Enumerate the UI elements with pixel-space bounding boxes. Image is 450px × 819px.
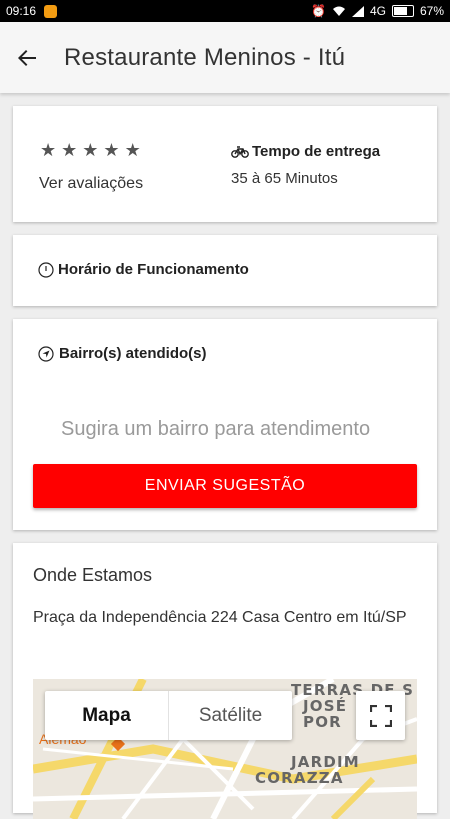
status-time: 09:16 xyxy=(6,4,37,18)
reviews-link[interactable]: Ver avaliações xyxy=(39,175,143,193)
battery-icon xyxy=(391,5,414,17)
bicycle-icon xyxy=(231,146,249,158)
neighborhoods-label: Bairro(s) atendido(s) xyxy=(59,345,207,362)
page-title: Restaurante Meninos - Itú xyxy=(64,43,346,71)
map-tab[interactable]: Mapa xyxy=(45,691,169,740)
rating-stars: ★ ★ ★ ★ ★ xyxy=(40,141,141,159)
hours-label: Horário de Funcionamento xyxy=(58,261,249,278)
fullscreen-icon xyxy=(369,704,392,727)
satellite-tab[interactable]: Satélite xyxy=(169,691,292,740)
network-type: 4G xyxy=(369,4,386,18)
hours-card[interactable]: Horário de Funcionamento xyxy=(13,235,437,306)
map-label: CORAZZA xyxy=(255,769,344,787)
map-type-toggle: Mapa Satélite xyxy=(45,691,292,740)
hours-heading: Horário de Funcionamento xyxy=(38,261,249,278)
star-icon: ★ xyxy=(40,140,57,160)
location-heading: Onde Estamos xyxy=(33,565,153,585)
star-icon: ★ xyxy=(124,140,141,160)
star-icon: ★ xyxy=(82,140,99,160)
clock-icon xyxy=(38,261,54,278)
wifi-icon xyxy=(332,6,345,16)
star-icon: ★ xyxy=(61,140,78,160)
map-label: POR xyxy=(303,713,342,731)
status-bar: 09:16 ⏰ 4G 67% xyxy=(0,0,450,22)
send-suggestion-button[interactable]: ENVIAR SUGESTÃO xyxy=(33,464,417,508)
map-view[interactable]: TERRAS DE S JOSÉ POR JARDIM CORAZZA Alem… xyxy=(33,679,417,819)
alarm-icon: ⏰ xyxy=(311,4,326,18)
neighborhoods-card: Bairro(s) atendido(s) ENVIAR SUGESTÃO xyxy=(13,319,437,530)
delivery-time-label: Tempo de entrega xyxy=(252,143,381,160)
location-card: Onde Estamos Praça da Independência 224 … xyxy=(13,543,437,819)
info-card: ★ ★ ★ ★ ★ Ver avaliações Tempo de entreg… xyxy=(13,106,437,222)
arrow-left-icon xyxy=(18,49,36,66)
app-bar: Restaurante Meninos - Itú xyxy=(0,22,450,93)
signal-icon xyxy=(351,5,364,17)
navigation-icon xyxy=(38,345,54,362)
star-icon: ★ xyxy=(103,140,120,160)
suggest-neighborhood-input[interactable] xyxy=(61,412,397,446)
battery-level: 67% xyxy=(419,4,444,18)
back-button[interactable] xyxy=(2,33,52,83)
address-text: Praça da Independência 224 Casa Centro e… xyxy=(33,609,407,626)
neighborhoods-heading: Bairro(s) atendido(s) xyxy=(38,345,207,362)
fullscreen-button[interactable] xyxy=(356,691,405,740)
notification-icon xyxy=(44,4,58,18)
delivery-time-value: 35 à 65 Minutos xyxy=(231,170,338,187)
status-icons: ⏰ 4G 67% xyxy=(311,4,444,18)
delivery-time-heading: Tempo de entrega xyxy=(231,143,380,160)
